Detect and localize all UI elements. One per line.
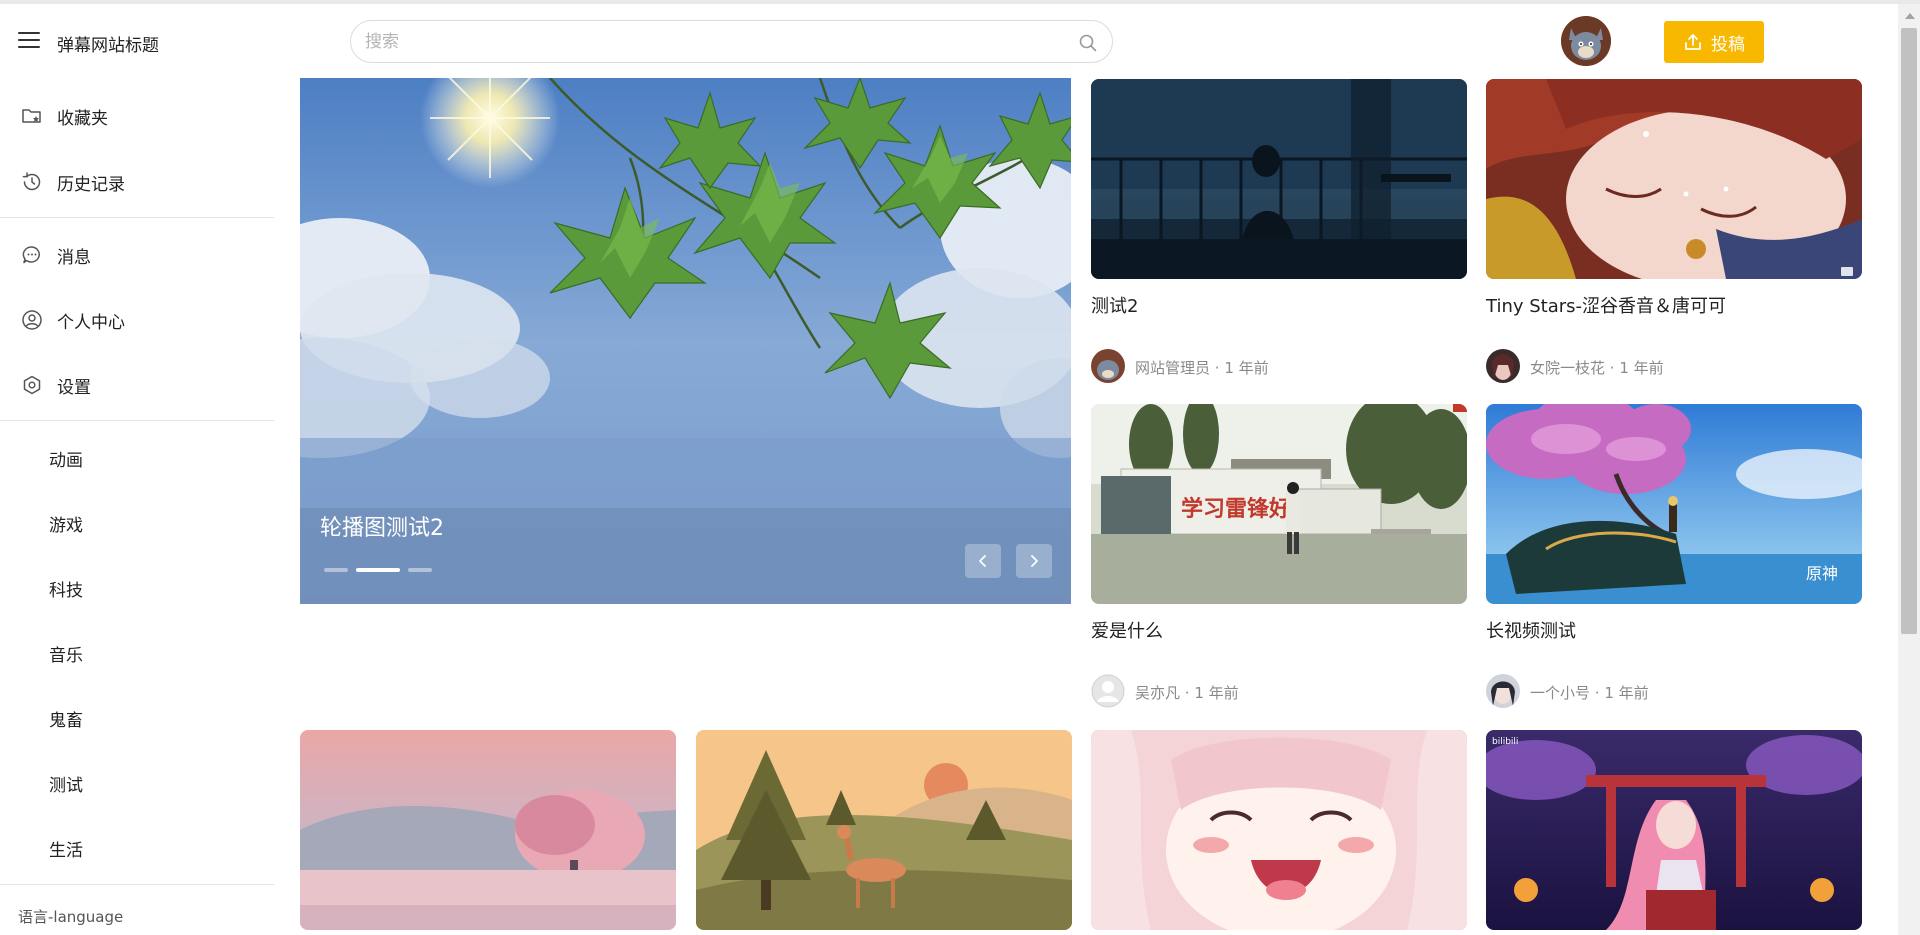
- uploader-avatar[interactable]: [1091, 674, 1125, 708]
- svg-text:bilibili: bilibili: [1492, 737, 1518, 747]
- sidebar-item-settings[interactable]: 设置: [0, 361, 274, 409]
- sidebar-category-games[interactable]: 游戏: [0, 499, 274, 547]
- hamburger-menu-icon[interactable]: [18, 32, 40, 48]
- video-title[interactable]: Tiny Stars-涩谷香音＆唐可可: [1486, 292, 1726, 318]
- search-icon[interactable]: [1078, 33, 1098, 53]
- sidebar-item-profile[interactable]: 个人中心: [0, 296, 274, 344]
- category-label: 生活: [49, 840, 83, 861]
- upload-button[interactable]: 投稿: [1664, 21, 1764, 63]
- video-meta: 一个小号 · 1 年前: [1486, 674, 1862, 708]
- carousel-title: 轮播图测试2: [320, 516, 444, 541]
- scrollbar-thumb[interactable]: [1901, 28, 1917, 634]
- video-thumbnail[interactable]: [1091, 730, 1467, 930]
- category-label: 测试: [49, 775, 83, 796]
- chevron-right-icon: [1031, 555, 1038, 567]
- sidebar-category-life[interactable]: 生活: [0, 824, 274, 872]
- uploader-info: 吴亦凡 · 1 年前: [1135, 684, 1239, 702]
- uploader-avatar[interactable]: [1091, 349, 1125, 383]
- chat-bubble-icon: [22, 246, 40, 264]
- video-title[interactable]: 长视频测试: [1486, 617, 1576, 643]
- sidebar-item-label: 设置: [57, 377, 91, 398]
- sidebar-item-label: 收藏夹: [57, 108, 108, 129]
- upload-time: 1 年前: [1619, 359, 1664, 377]
- uploader-info: 一个小号 · 1 年前: [1530, 684, 1649, 702]
- sidebar-item-history[interactable]: 历史记录: [0, 158, 274, 206]
- upload-time: 1 年前: [1604, 684, 1649, 702]
- video-title[interactable]: 测试2: [1091, 292, 1138, 318]
- sidebar-category-tech[interactable]: 科技: [0, 564, 274, 612]
- uploader-avatar[interactable]: [1486, 674, 1520, 708]
- sidebar-category-test[interactable]: 测试: [0, 759, 274, 807]
- sidebar: 收藏夹 历史记录 消息 个人中心 设置 动画 游戏 科技 音乐 鬼畜 测试 生活…: [0, 78, 274, 935]
- header: 弹幕网站标题 投稿: [0, 4, 1898, 78]
- folder-star-icon: [22, 109, 41, 123]
- uploader-name[interactable]: 吴亦凡: [1135, 684, 1180, 702]
- settings-hexagon-icon: [23, 375, 41, 395]
- uploader-info: 网站管理员 · 1 年前: [1135, 359, 1269, 377]
- upload-icon: [1685, 34, 1701, 50]
- sidebar-category-animation[interactable]: 动画: [0, 434, 274, 482]
- category-label: 科技: [49, 580, 83, 601]
- svg-text:原神: 原神: [1806, 564, 1838, 583]
- scroll-up-arrow-icon[interactable]: [1905, 13, 1915, 19]
- uploader-info: 女院一枝花 · 1 年前: [1530, 359, 1664, 377]
- video-title[interactable]: 爱是什么: [1091, 617, 1163, 643]
- uploader-name[interactable]: 女院一枝花: [1530, 359, 1605, 377]
- uploader-name[interactable]: 网站管理员: [1135, 359, 1210, 377]
- search-bar: [350, 20, 1113, 63]
- uploader-name[interactable]: 一个小号: [1530, 684, 1590, 702]
- video-thumbnail[interactable]: [300, 730, 676, 930]
- user-circle-icon: [22, 310, 42, 330]
- video-meta: 网站管理员 · 1 年前: [1091, 349, 1467, 383]
- user-avatar[interactable]: [1561, 16, 1611, 66]
- carousel-dot[interactable]: [324, 568, 348, 572]
- carousel-next-button[interactable]: [1016, 544, 1052, 578]
- uploader-avatar[interactable]: [1486, 349, 1520, 383]
- video-thumbnail[interactable]: [1486, 79, 1862, 279]
- upload-button-label: 投稿: [1711, 34, 1745, 55]
- video-thumbnail[interactable]: [1091, 79, 1467, 279]
- category-label: 鬼畜: [49, 710, 83, 731]
- carousel-prev-button[interactable]: [965, 544, 1001, 578]
- upload-time: 1 年前: [1224, 359, 1269, 377]
- sidebar-item-label: 历史记录: [57, 174, 125, 195]
- video-thumbnail[interactable]: 学习雷锋好榜样: [1091, 404, 1467, 604]
- sidebar-divider: [0, 217, 274, 218]
- category-label: 音乐: [49, 645, 83, 666]
- sidebar-category-music[interactable]: 音乐: [0, 629, 274, 677]
- site-title[interactable]: 弹幕网站标题: [57, 31, 159, 56]
- sidebar-divider: [0, 420, 274, 421]
- page-scrollbar[interactable]: [1898, 4, 1920, 935]
- sidebar-item-messages[interactable]: 消息: [0, 231, 274, 279]
- chevron-left-icon: [979, 555, 986, 567]
- language-selector[interactable]: 语言-language: [18, 906, 123, 927]
- carousel-dot[interactable]: [408, 568, 432, 572]
- category-label: 动画: [49, 450, 83, 471]
- video-thumbnail[interactable]: [696, 730, 1072, 930]
- carousel-dot-active[interactable]: [356, 568, 400, 572]
- video-thumbnail[interactable]: bilibili: [1486, 730, 1862, 930]
- category-label: 游戏: [49, 515, 83, 536]
- sidebar-divider: [0, 884, 274, 885]
- sidebar-item-favorites[interactable]: 收藏夹: [0, 92, 274, 140]
- sidebar-item-label: 消息: [57, 247, 91, 268]
- video-thumbnail[interactable]: 原神: [1486, 404, 1862, 604]
- banner-carousel[interactable]: 轮播图测试2: [300, 78, 1071, 604]
- sidebar-category-kichiku[interactable]: 鬼畜: [0, 694, 274, 742]
- history-clock-icon: [22, 172, 41, 191]
- video-meta: 女院一枝花 · 1 年前: [1486, 349, 1862, 383]
- search-input[interactable]: [365, 29, 1065, 55]
- sidebar-item-label: 个人中心: [57, 312, 125, 333]
- video-meta: 吴亦凡 · 1 年前: [1091, 674, 1467, 708]
- upload-time: 1 年前: [1194, 684, 1239, 702]
